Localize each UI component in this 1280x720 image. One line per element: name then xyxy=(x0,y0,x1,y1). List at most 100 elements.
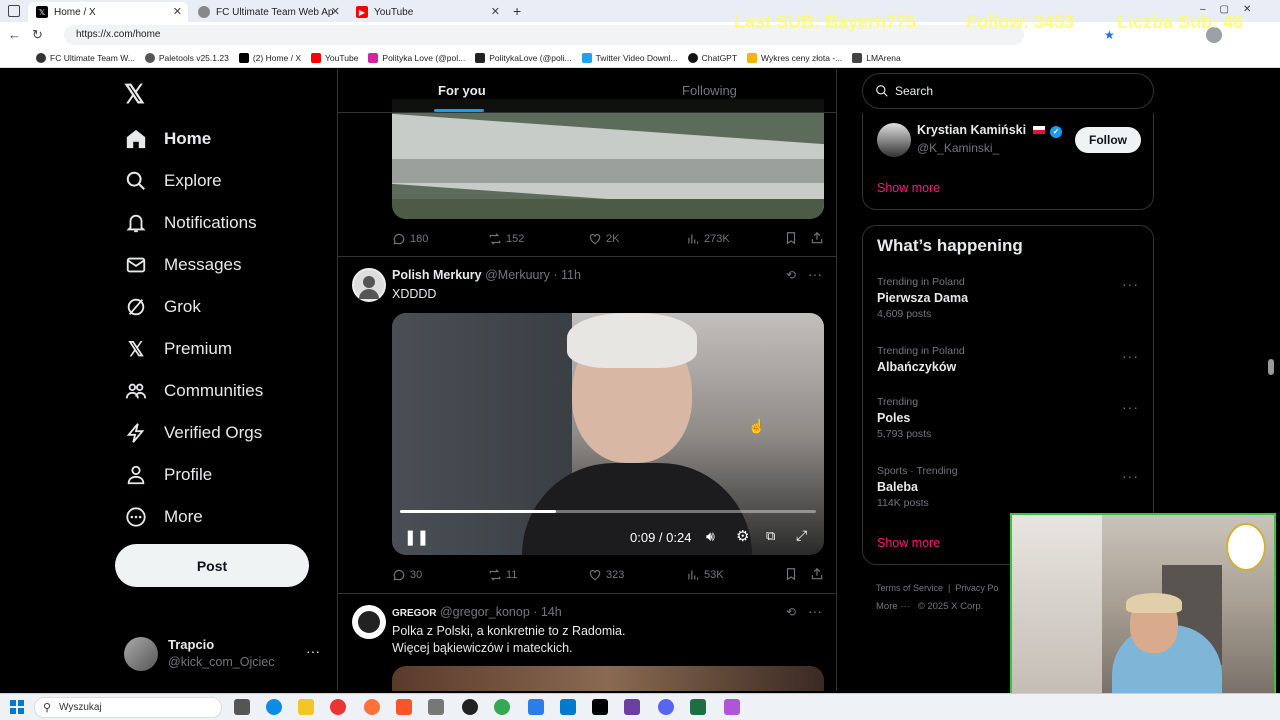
app-icon[interactable] xyxy=(724,699,740,715)
more-dots-icon[interactable]: ··· xyxy=(1122,276,1139,292)
avatar[interactable] xyxy=(877,123,911,157)
close-tab-icon[interactable]: ✕ xyxy=(331,5,340,18)
bookmark-item[interactable]: Wykres ceny złota -... xyxy=(747,52,842,63)
show-more-link[interactable]: Show more xyxy=(877,181,940,195)
bookmark-item[interactable]: Polityka Love (@pol... xyxy=(368,52,465,63)
nav-verified-orgs[interactable]: Verified Orgs xyxy=(124,421,262,445)
app-icon[interactable] xyxy=(428,699,444,715)
task-view-icon[interactable] xyxy=(234,699,250,715)
footer-copyright[interactable]: More ··· © 2025 X Corp. xyxy=(876,601,983,612)
discord-icon[interactable] xyxy=(658,699,674,715)
more-dots-icon[interactable]: ··· xyxy=(1122,399,1139,415)
like-button[interactable]: 2K xyxy=(588,232,619,246)
tweet-time[interactable]: · 14h xyxy=(533,605,562,619)
nav-communities[interactable]: Communities xyxy=(124,379,263,403)
browser-tab-fc[interactable]: FC Ultimate Team Web App - EA S ✕ xyxy=(190,2,346,22)
bookmark-item[interactable]: ChatGPT xyxy=(687,52,737,63)
obs-icon[interactable] xyxy=(462,699,478,715)
bookmark-item[interactable]: FC Ultimate Team W... xyxy=(36,52,135,63)
trend-item[interactable]: Sports · Trending Baleba 114K posts xyxy=(877,465,958,509)
firefox-icon[interactable] xyxy=(364,699,380,715)
follow-button[interactable]: Follow xyxy=(1075,127,1141,153)
scrollbar-thumb[interactable] xyxy=(1268,359,1274,375)
tab-actions-icon[interactable] xyxy=(8,5,20,17)
avatar[interactable] xyxy=(352,268,386,302)
more-dots-icon[interactable]: ··· xyxy=(1122,468,1139,484)
nav-premium[interactable]: 𝕏 Premium xyxy=(124,337,232,361)
search-input[interactable]: Search xyxy=(862,73,1154,109)
nav-grok[interactable]: Grok xyxy=(124,295,201,319)
trend-item[interactable]: Trending in Poland Pierwsza Dama 4,609 p… xyxy=(877,276,968,320)
author-name[interactable]: GREGOR xyxy=(392,608,436,619)
tab-for-you[interactable]: For you xyxy=(438,83,486,98)
tiktok-icon[interactable] xyxy=(592,699,608,715)
account-switcher[interactable]: Trapcio @kick_com_Ojciec ··· xyxy=(124,635,336,673)
nav-more[interactable]: More xyxy=(124,505,203,529)
repost-button[interactable]: 152 xyxy=(488,232,524,246)
pause-icon[interactable]: ❚❚ xyxy=(404,528,429,546)
pip-icon[interactable]: ⧉ xyxy=(766,528,775,544)
video-scrubber[interactable] xyxy=(400,510,816,513)
author-handle[interactable]: @gregor_konop xyxy=(440,605,530,619)
post-image[interactable] xyxy=(392,99,824,219)
suggestion-name[interactable]: Krystian Kamiński ✓ xyxy=(917,123,1063,138)
repost-button[interactable]: 11 xyxy=(488,568,517,582)
x-logo-icon[interactable]: 𝕏 xyxy=(124,79,145,110)
tweet[interactable]: GREGOR @gregor_konop · 14h ⟲ ··· Polka z… xyxy=(338,594,836,691)
settings-gear-icon[interactable]: ⚙ xyxy=(736,527,749,545)
browser-tab-x[interactable]: 𝕏 Home / X ✕ xyxy=(28,2,188,22)
bookmark-item[interactable]: PolitykaLove (@poli... xyxy=(475,52,572,63)
grok-icon[interactable]: ⟲ xyxy=(786,605,796,619)
post-image[interactable] xyxy=(392,666,824,691)
author-name[interactable]: Polish Merkury xyxy=(392,268,482,282)
tweet-time[interactable]: · 11h xyxy=(553,268,581,282)
close-tab-icon[interactable]: ✕ xyxy=(173,5,182,18)
edge-icon[interactable] xyxy=(266,699,282,715)
fullscreen-icon[interactable]: ⤢ xyxy=(796,527,807,544)
volume-icon[interactable]: 🔊︎ xyxy=(706,528,715,545)
like-button[interactable]: 323 xyxy=(588,568,624,582)
taskbar-search[interactable]: ⚲ Wyszukaj xyxy=(34,697,222,718)
folder-icon[interactable] xyxy=(298,699,314,715)
bookmark-icon[interactable] xyxy=(784,231,798,250)
views-button[interactable]: 53K xyxy=(686,568,724,582)
nav-home[interactable]: Home xyxy=(124,127,211,151)
brave-icon[interactable] xyxy=(396,699,412,715)
opera-icon[interactable] xyxy=(330,699,346,715)
bookmark-item[interactable]: Paletools v25.1.23 xyxy=(144,52,229,63)
more-dots-icon[interactable]: ··· xyxy=(808,603,822,619)
close-tab-icon[interactable]: ✕ xyxy=(491,5,500,18)
bookmark-item[interactable]: Twitter Video Downl... xyxy=(581,52,678,63)
tab-following[interactable]: Following xyxy=(682,83,737,98)
nav-notifications[interactable]: Notifications xyxy=(124,211,257,235)
trend-item[interactable]: Trending in Poland Albańczyków xyxy=(877,345,965,377)
bookmark-icon[interactable] xyxy=(784,567,798,586)
more-dots-icon[interactable]: ··· xyxy=(808,266,822,282)
author-handle[interactable]: @Merkuury xyxy=(485,268,550,282)
share-icon[interactable] xyxy=(810,567,824,586)
views-button[interactable]: 273K xyxy=(686,232,730,246)
reply-button[interactable]: 30 xyxy=(392,568,422,582)
bookmark-item[interactable]: (2) Home / X xyxy=(238,52,301,63)
share-icon[interactable] xyxy=(810,231,824,250)
reply-button[interactable]: 180 xyxy=(392,232,428,246)
back-icon[interactable]: ← xyxy=(8,27,21,42)
chrome-icon[interactable] xyxy=(494,699,510,715)
post-button[interactable]: Post xyxy=(115,544,309,587)
avatar[interactable] xyxy=(352,605,386,639)
trend-item[interactable]: Trending Poles 5,793 posts xyxy=(877,396,931,440)
windows-start-icon[interactable] xyxy=(10,700,24,714)
bookmark-item[interactable]: LMArena xyxy=(852,52,901,63)
nav-explore[interactable]: Explore xyxy=(124,169,222,193)
more-dots-icon[interactable]: ··· xyxy=(306,643,320,659)
refresh-icon[interactable]: ↻ xyxy=(32,27,43,43)
more-dots-icon[interactable]: ··· xyxy=(1122,348,1139,364)
vscode-icon[interactable] xyxy=(560,699,576,715)
bookmark-item[interactable]: YouTube xyxy=(311,52,358,63)
new-tab-button[interactable]: + xyxy=(513,3,521,19)
nav-messages[interactable]: Messages xyxy=(124,253,241,277)
app-icon[interactable] xyxy=(528,699,544,715)
excel-icon[interactable] xyxy=(690,699,706,715)
grok-icon[interactable]: ⟲ xyxy=(786,268,796,282)
show-more-link[interactable]: Show more xyxy=(877,536,940,550)
